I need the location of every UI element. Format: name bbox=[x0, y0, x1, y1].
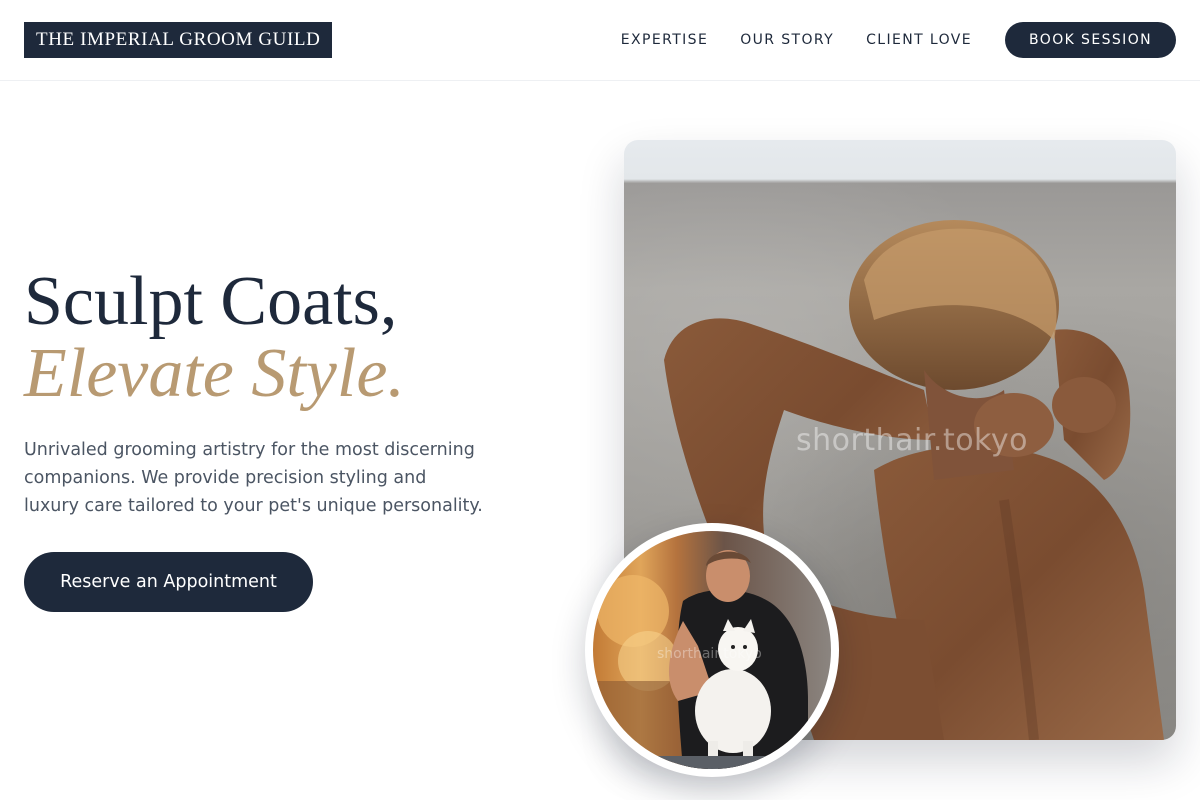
reserve-appointment-button[interactable]: Reserve an Appointment bbox=[24, 552, 313, 612]
hero-description: Unrivaled grooming artistry for the most… bbox=[24, 440, 483, 516]
groomer-inset-image: shorthair.tokyo bbox=[593, 531, 831, 769]
hero-title-line1: Sculpt Coats, bbox=[24, 263, 398, 340]
nav-link-our-story[interactable]: OUR STORY bbox=[740, 32, 834, 48]
main-nav: EXPERTISE OUR STORY CLIENT LOVE BOOK SES… bbox=[621, 22, 1176, 58]
hero-title: Sculpt Coats, Elevate Style. bbox=[24, 266, 405, 410]
book-session-button[interactable]: BOOK SESSION bbox=[1005, 22, 1176, 58]
site-header: THE IMPERIAL GROOM GUILD EXPERTISE OUR S… bbox=[0, 0, 1200, 81]
nav-link-client-love[interactable]: CLIENT LOVE bbox=[866, 32, 972, 48]
nav-link-expertise[interactable]: EXPERTISE bbox=[621, 32, 708, 48]
hero-title-line2: Elevate Style. bbox=[24, 335, 405, 412]
image-watermark: shorthair.tokyo bbox=[796, 423, 1028, 458]
brand-logo[interactable]: THE IMPERIAL GROOM GUILD bbox=[24, 22, 333, 58]
inset-watermark: shorthair.tokyo bbox=[657, 646, 762, 662]
groomer-inset-photo: shorthair.tokyo bbox=[585, 523, 839, 777]
